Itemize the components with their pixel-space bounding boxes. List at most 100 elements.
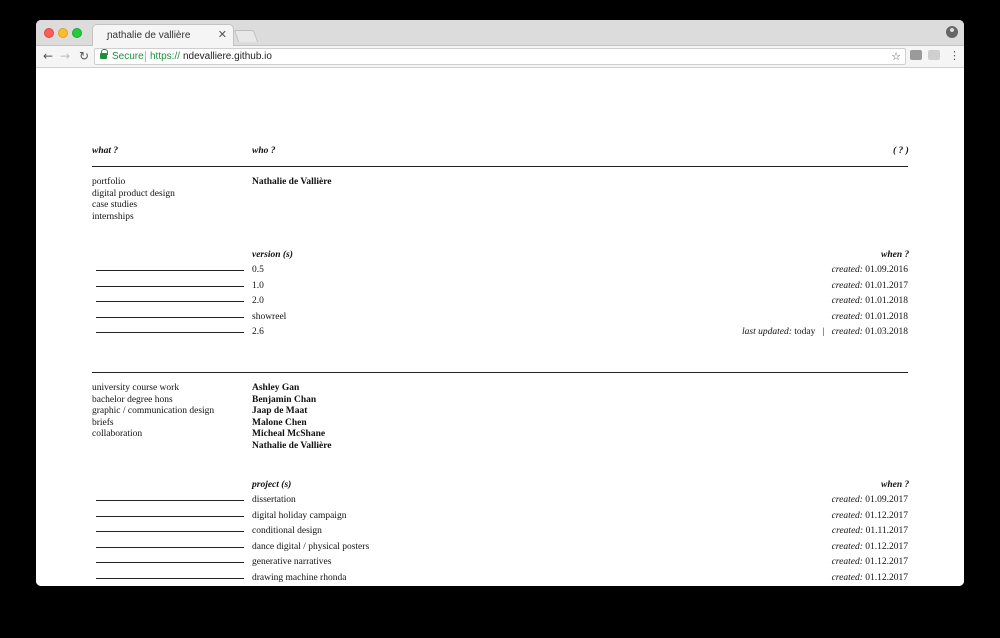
version-name[interactable]: 2.6 [252, 327, 264, 338]
what-list-item[interactable]: collaboration [92, 429, 142, 440]
projects-heading: project (s) [252, 480, 292, 490]
created-label: created: [831, 541, 866, 552]
created-label: created: [831, 327, 866, 337]
created-label: created: [831, 557, 866, 567]
who-list-item: Benjamin Chan [252, 394, 317, 405]
row-rule [96, 270, 244, 271]
version-when: created: 01.09.2016 [832, 265, 908, 276]
project-name[interactable]: drawing machine rhonda [252, 573, 346, 584]
row-rule [96, 577, 244, 579]
what-list-item[interactable]: briefs [92, 418, 114, 429]
version-when: created: 01.01.2017 [832, 281, 908, 292]
who-list-item: Micheal McShane [252, 429, 326, 440]
what-list-item[interactable]: case studies [92, 200, 137, 211]
url-host: ndevalliere.github.io [183, 51, 272, 62]
camera-icon[interactable] [910, 50, 922, 60]
who-list-item: Nathalie de Vallière [252, 441, 332, 451]
row-rule [96, 515, 244, 517]
browser-window: ɲathalie de vallière ✕ ← → ↻ Secure http… [36, 20, 964, 586]
who-heading: who ? [252, 146, 276, 156]
project-name[interactable]: conditional design [252, 526, 322, 537]
browser-tab[interactable]: ɲathalie de vallière ✕ [92, 24, 234, 47]
what-list-item[interactable]: bachelor degree hons [92, 395, 173, 406]
row-rule [96, 332, 244, 333]
created-date: 01.12.2017 [865, 541, 908, 552]
forward-arrow-icon[interactable]: → [60, 48, 70, 64]
version-name[interactable]: 0.5 [252, 265, 264, 276]
when-heading: when ? [881, 250, 910, 260]
project-name[interactable]: dance digital / physical posters [252, 542, 369, 553]
who-list-item: Nathalie de Vallière [252, 177, 332, 187]
project-when: created: 01.11.2017 [832, 526, 908, 537]
address-bar[interactable]: Secure https:// ndevalliere.github.io ☆ [94, 48, 906, 65]
created-label: created: [831, 495, 866, 505]
what-heading: what ? [92, 146, 119, 156]
created-date: 01.11.2017 [865, 526, 908, 536]
last-updated-label: last updated: [742, 327, 795, 337]
created-label: created: [831, 296, 866, 306]
row-rule [96, 546, 244, 548]
created-date: 01.03.2018 [865, 327, 908, 337]
row-rule [96, 562, 244, 563]
new-tab-button[interactable] [233, 30, 259, 42]
row-rule [96, 531, 244, 532]
divider [92, 372, 908, 373]
profile-icon[interactable] [946, 26, 958, 38]
tab-title: ɲathalie de vallière [107, 30, 191, 41]
project-name[interactable]: generative narratives [252, 557, 331, 568]
created-date: 01.09.2016 [865, 265, 908, 275]
menu-icon[interactable]: ⋮ [949, 49, 960, 63]
what-list-item[interactable]: internships [92, 212, 134, 223]
project-name[interactable]: dissertation [252, 495, 296, 506]
row-rule [96, 316, 244, 318]
cast-icon[interactable] [928, 50, 940, 60]
what-list-item[interactable]: digital product design [92, 189, 175, 200]
separator: | [815, 327, 832, 337]
window-minimize-icon[interactable] [58, 28, 68, 38]
url-divider [145, 51, 146, 62]
tab-bar: ɲathalie de vallière ✕ [36, 20, 964, 47]
project-when: created: 01.12.2017 [832, 573, 908, 584]
row-rule [96, 500, 244, 501]
project-when: created: 01.12.2017 [832, 557, 908, 568]
star-icon[interactable]: ☆ [891, 49, 901, 64]
reload-icon[interactable]: ↻ [79, 48, 89, 64]
created-date: 01.12.2017 [865, 510, 908, 521]
created-label: created: [831, 265, 866, 275]
created-label: created: [831, 280, 866, 291]
project-when: created: 01.12.2017 [832, 511, 908, 522]
what-list-item[interactable]: portfolio [92, 177, 125, 188]
who-list-item: Malone Chen [252, 417, 307, 428]
row-rule [96, 285, 244, 287]
project-when: created: 01.09.2017 [832, 495, 908, 506]
version-name[interactable]: 2.0 [252, 296, 264, 307]
what-list-item[interactable]: university course work [92, 383, 179, 394]
who-list-item: Ashley Gan [252, 383, 300, 393]
created-date: 01.09.2017 [865, 495, 908, 505]
version-name[interactable]: showreel [252, 312, 286, 323]
version-when: created: 01.01.2018 [832, 296, 908, 307]
created-date: 01.12.2017 [865, 557, 908, 567]
what-list-item[interactable]: graphic / communication design [92, 406, 214, 417]
page-content: what ? who ? ( ? ) portfolio digital prod… [36, 68, 964, 586]
help-link[interactable]: ( ? ) [893, 146, 909, 157]
project-when: created: 01.12.2017 [832, 542, 908, 553]
lock-icon [100, 49, 108, 59]
version-when: last updated: today | created: 01.03.201… [742, 327, 908, 338]
window-maximize-icon[interactable] [72, 28, 82, 38]
url-scheme: https:// [150, 51, 181, 62]
browser-toolbar: ← → ↻ Secure https:// ndevalliere.github… [36, 46, 964, 68]
back-arrow-icon[interactable]: ← [43, 48, 53, 64]
tab-close-icon[interactable]: ✕ [218, 29, 227, 41]
versions-heading: version (s) [252, 250, 293, 260]
window-close-icon[interactable] [44, 28, 54, 38]
created-label: created: [831, 510, 866, 521]
created-date: 01.01.2017 [865, 280, 908, 291]
project-name[interactable]: digital holiday campaign [252, 511, 346, 522]
created-label: created: [831, 572, 866, 583]
version-name[interactable]: 1.0 [252, 281, 264, 292]
created-date: 01.01.2018 [865, 311, 908, 322]
secure-label: Secure [112, 51, 144, 62]
divider [92, 166, 908, 167]
created-date: 01.12.2017 [865, 572, 908, 583]
